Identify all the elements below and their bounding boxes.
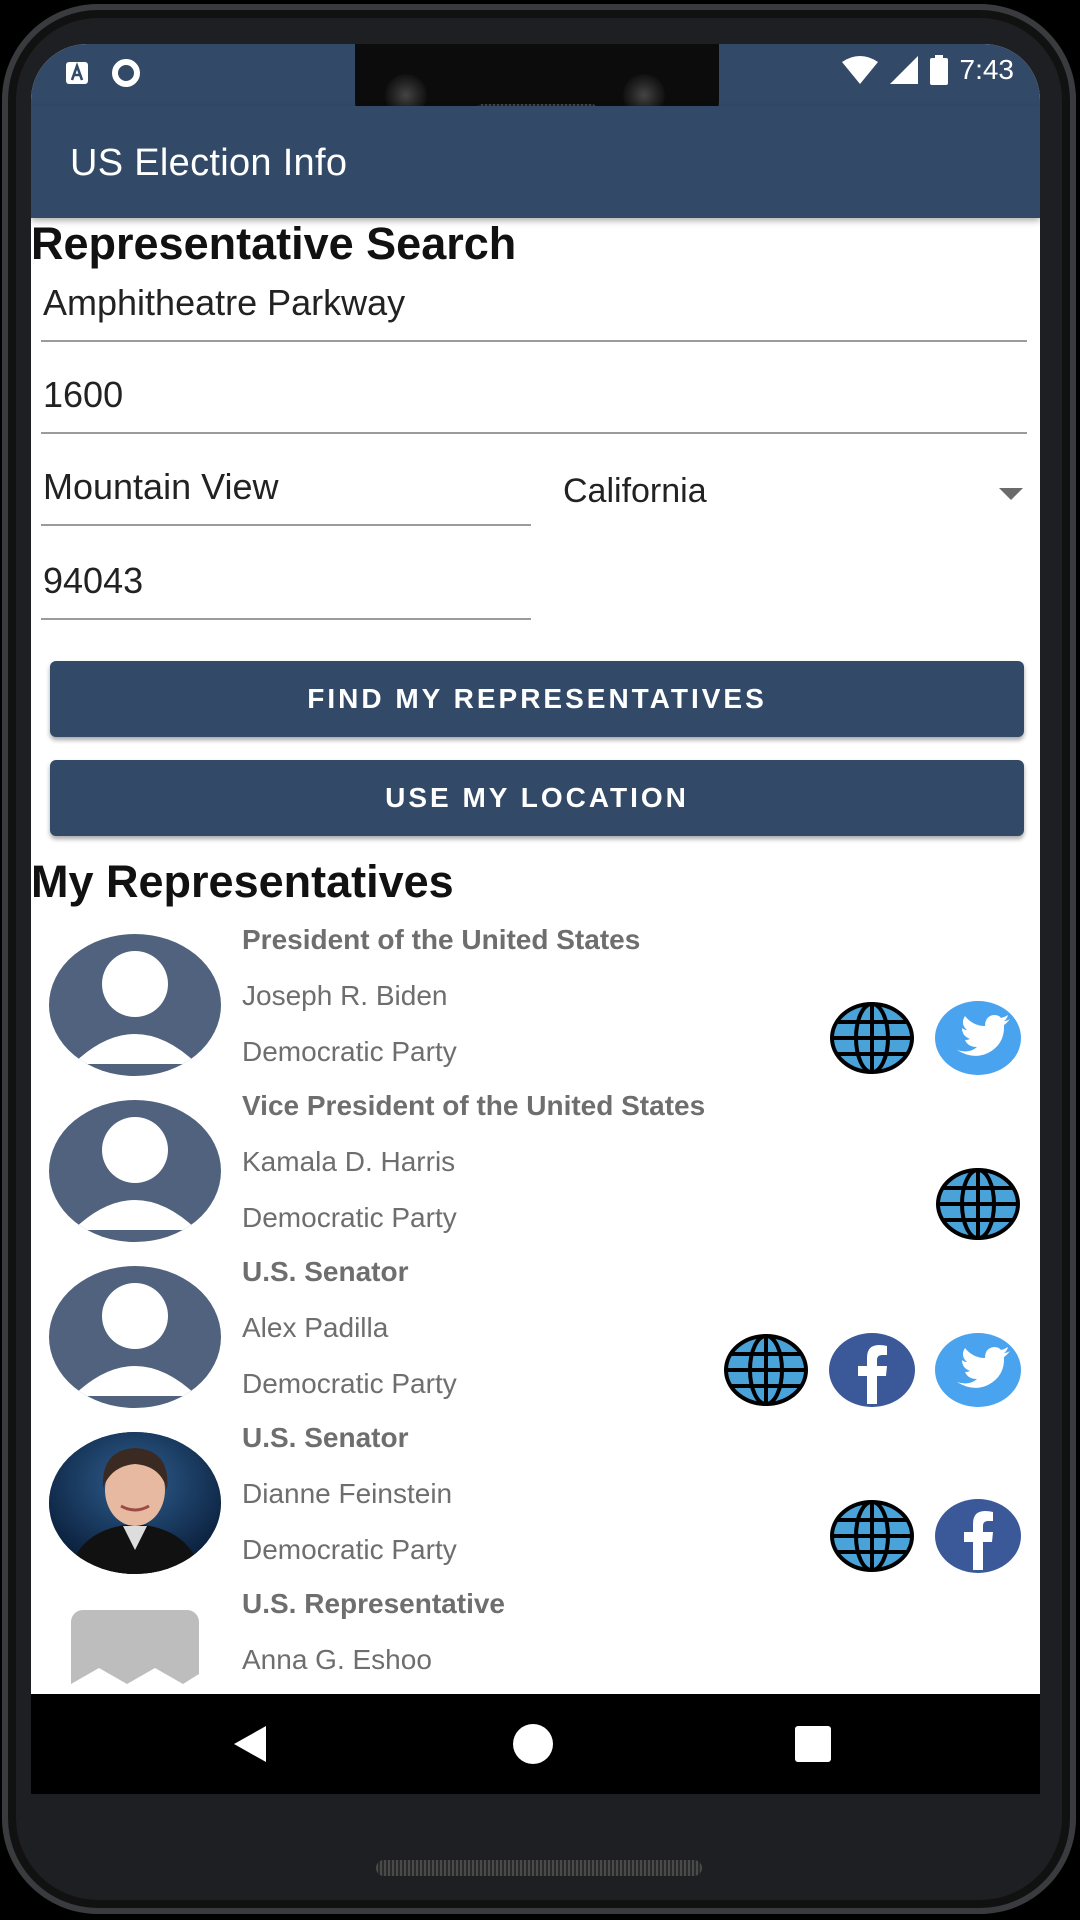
rep-photo <box>49 1432 221 1574</box>
rep-office: Vice President of the United States <box>242 1090 706 1121</box>
screen: 7:43 US Election Info Representative Sea… <box>31 44 1040 1794</box>
twitter-icon[interactable] <box>935 1000 1021 1076</box>
address-line1-field[interactable] <box>41 282 1029 342</box>
address-line1-input[interactable] <box>41 282 1029 324</box>
rep-office: President of the United States <box>242 924 641 955</box>
rep-name: Kamala D. Harris <box>242 1146 456 1177</box>
twitter-icon[interactable] <box>935 1332 1021 1408</box>
search-heading: Representative Search <box>31 218 517 269</box>
app-bar: US Election Info <box>31 106 1040 218</box>
city-input[interactable] <box>41 466 533 508</box>
rep-name: Joseph R. Biden <box>242 980 448 1011</box>
use-location-button[interactable]: USE MY LOCATION <box>50 760 1024 836</box>
rep-name: Dianne Feinstein <box>242 1478 453 1509</box>
representatives-heading: My Representatives <box>31 856 454 907</box>
default-avatar-icon <box>49 1266 221 1408</box>
representative-row[interactable]: Vice President of the United States Kama… <box>31 1090 1040 1256</box>
notification-a-icon <box>66 62 88 84</box>
zip-input[interactable] <box>41 560 533 602</box>
notification-circle-icon <box>112 59 140 87</box>
state-selected-value: California <box>563 472 707 510</box>
globe-icon[interactable] <box>935 1166 1021 1242</box>
battery-icon <box>929 55 948 85</box>
facebook-icon[interactable] <box>829 1332 915 1408</box>
rep-party: Democratic Party <box>242 1036 457 1067</box>
rep-office: U.S. Senator <box>242 1256 409 1287</box>
rep-party: Democratic Party <box>242 1534 457 1565</box>
main-content: Representative Search California FIND MY… <box>31 218 1040 1734</box>
representative-row[interactable]: U.S. Senator Alex Padilla Democratic Par… <box>31 1256 1040 1422</box>
globe-icon[interactable] <box>829 1498 915 1574</box>
home-icon[interactable] <box>513 1724 553 1764</box>
address-line2-input[interactable] <box>41 374 1029 416</box>
facebook-icon[interactable] <box>935 1498 1021 1574</box>
rep-party: Democratic Party <box>242 1202 457 1233</box>
clock: 7:43 <box>959 54 1015 85</box>
dropdown-caret-icon <box>999 488 1023 500</box>
representative-row[interactable]: U.S. Senator Dianne Feinstein Democratic… <box>31 1422 1040 1588</box>
rep-name: Alex Padilla <box>242 1312 389 1343</box>
default-avatar-icon <box>49 1100 221 1242</box>
app-title: US Election Info <box>70 142 348 184</box>
default-avatar-icon <box>49 934 221 1076</box>
rep-office: U.S. Representative <box>242 1588 505 1619</box>
bottom-speaker-grill <box>376 1860 702 1876</box>
globe-icon[interactable] <box>829 1000 915 1076</box>
rep-party: Democratic Party <box>242 1368 457 1399</box>
wifi-icon <box>841 56 878 84</box>
rep-name: Anna G. Eshoo <box>242 1644 432 1675</box>
zip-field[interactable] <box>41 560 533 620</box>
navigation-bar <box>31 1694 1040 1794</box>
rep-office: U.S. Senator <box>242 1422 409 1453</box>
globe-icon[interactable] <box>723 1332 809 1408</box>
recent-apps-icon[interactable] <box>795 1726 831 1762</box>
city-field[interactable] <box>41 466 533 526</box>
back-icon[interactable] <box>234 1726 266 1762</box>
find-representatives-button[interactable]: FIND MY REPRESENTATIVES <box>50 661 1024 737</box>
address-line2-field[interactable] <box>41 374 1029 434</box>
state-dropdown[interactable]: California <box>563 466 1023 526</box>
signal-icon <box>889 56 918 84</box>
representative-row[interactable]: President of the United States Joseph R.… <box>31 924 1040 1090</box>
